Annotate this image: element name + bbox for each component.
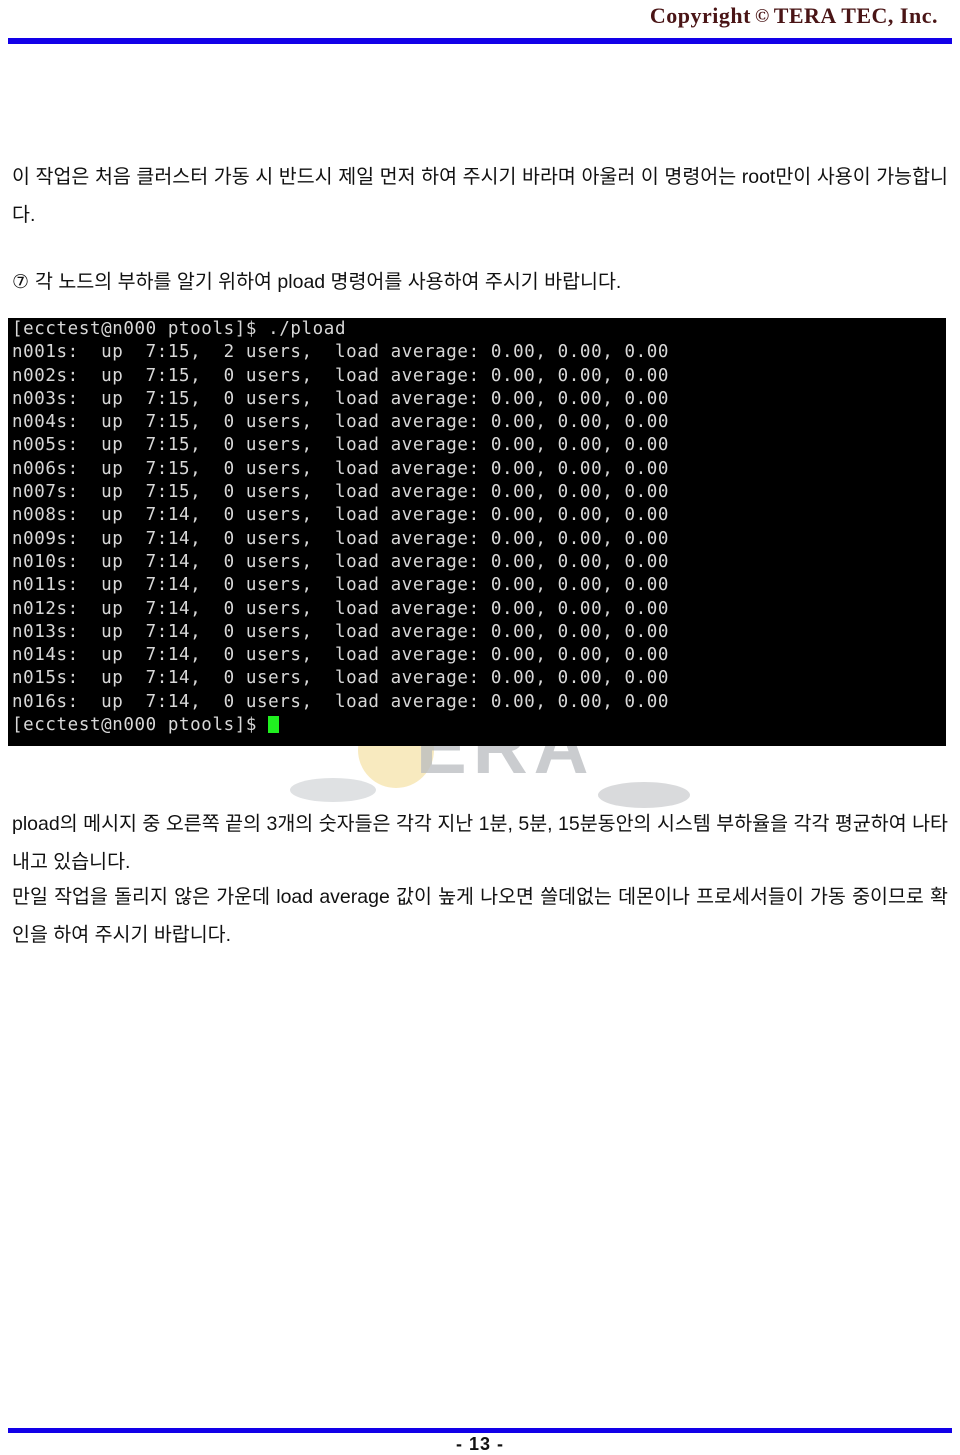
terminal-node-line: n007s: up 7:15, 0 users, load average: 0… — [12, 482, 670, 503]
terminal-node-line: n002s: up 7:15, 0 users, load average: 0… — [12, 365, 670, 386]
terminal-node-line: n004s: up 7:15, 0 users, load average: 0… — [12, 412, 670, 433]
paragraph-item-7: ⑦각 노드의 부하를 알기 위하여 pload 명령어를 사용하여 주시기 바랍… — [12, 263, 948, 301]
paragraph-explanation-1: pload의 메시지 중 오른쪽 끝의 3개의 숫자들은 각각 지난 1분, 5… — [12, 812, 948, 873]
copyright-icon: © — [754, 6, 770, 27]
terminal-node-line: n012s: up 7:14, 0 users, load average: 0… — [12, 598, 670, 619]
terminal-node-line: n003s: up 7:15, 0 users, load average: 0… — [12, 388, 670, 409]
terminal-node-line: n006s: up 7:15, 0 users, load average: 0… — [12, 458, 670, 479]
terminal-node-line: n005s: up 7:15, 0 users, load average: 0… — [12, 435, 670, 456]
terminal-output-block: [ecctest@n000 ptools]$ ./pload n001s: up… — [8, 318, 946, 746]
terminal-node-line: n011s: up 7:14, 0 users, load average: 0… — [12, 575, 670, 596]
paragraph-item-7-text: 각 노드의 부하를 알기 위하여 pload 명령어를 사용하여 주시기 바랍니… — [35, 270, 622, 293]
terminal-node-line: n001s: up 7:15, 2 users, load average: 0… — [12, 342, 670, 363]
paragraph-intro: 이 작업은 처음 클러스터 가동 시 반드시 제일 먼저 하여 주시기 바라며 … — [12, 165, 948, 226]
terminal-node-line: n009s: up 7:14, 0 users, load average: 0… — [12, 528, 670, 549]
terminal-node-line: n013s: up 7:14, 0 users, load average: 0… — [12, 621, 670, 642]
list-marker-7: ⑦ — [12, 270, 30, 293]
copyright-notice: Copyright © TERA TEC, Inc. — [650, 3, 938, 29]
footer-divider-rule — [8, 1428, 952, 1433]
copyright-word: Copyright — [649, 3, 751, 28]
watermark-smudge-left — [290, 778, 376, 802]
terminal-prompt-text: [ecctest@n000 ptools]$ — [12, 715, 269, 736]
terminal-node-line: n010s: up 7:14, 0 users, load average: 0… — [12, 551, 670, 572]
paragraph-explanation-2: 만일 작업을 돌리지 않은 가운데 load average 값이 높게 나오면… — [12, 885, 948, 946]
terminal-node-line: n015s: up 7:14, 0 users, load average: 0… — [12, 668, 670, 689]
terminal-prompt-line: [ecctest@n000 ptools]$ ./pload — [12, 319, 347, 339]
terminal-cursor-block — [268, 716, 280, 734]
terminal-node-line: n016s: up 7:14, 0 users, load average: 0… — [12, 691, 670, 712]
page-number: - 13 - — [455, 1434, 504, 1454]
terminal-node-line: n014s: up 7:14, 0 users, load average: 0… — [12, 645, 670, 666]
terminal-node-line: n008s: up 7:14, 0 users, load average: 0… — [12, 505, 670, 526]
company-name: TERA TEC, Inc. — [773, 3, 938, 28]
terminal-final-prompt-line: [ecctest@n000 ptools]$ — [8, 714, 946, 737]
header-divider-rule — [8, 38, 952, 44]
